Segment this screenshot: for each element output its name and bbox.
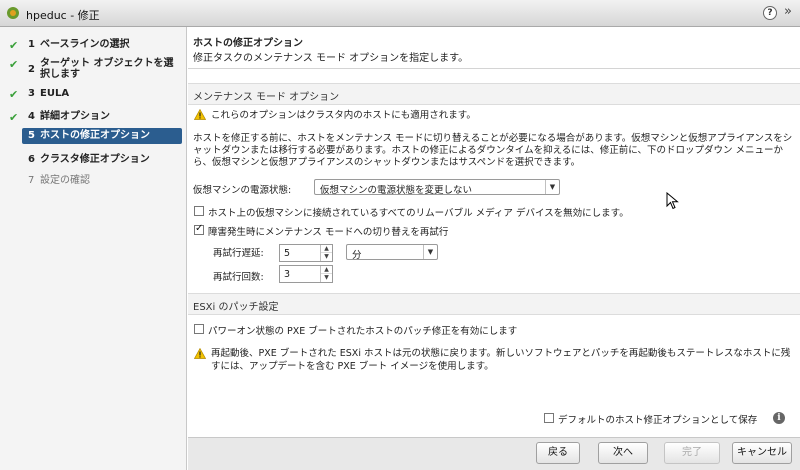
- retry-maintenance-label: 障害発生時にメンテナンス モードへの切り替えを再試行: [208, 227, 449, 238]
- retry-count-stepper[interactable]: 3 ▲ ▼: [279, 265, 333, 283]
- mouse-cursor-icon: [666, 192, 679, 210]
- spin-up-icon[interactable]: ▲: [321, 266, 332, 274]
- divider: [188, 68, 800, 69]
- help-icon[interactable]: ?: [763, 6, 777, 20]
- next-button[interactable]: 次へ: [598, 442, 648, 464]
- finish-button: 完了: [664, 442, 720, 464]
- spin-down-icon[interactable]: ▼: [321, 274, 332, 282]
- vm-power-state-dropdown[interactable]: 仮想マシンの電源状態を変更しない ▼: [314, 179, 560, 196]
- step-host-remediation-options[interactable]: 5 ホストの修正オプション: [22, 128, 182, 144]
- window-title: hpeduc - 修正: [26, 9, 100, 22]
- page-title: ホストの修正オプション: [193, 38, 303, 49]
- retry-count-label: 再試行回数:: [213, 272, 264, 283]
- disable-media-label: ホスト上の仮想マシンに接続されているすべてのリムーバブル メディア デバイスを無…: [208, 208, 629, 219]
- retry-delay-stepper[interactable]: 5 ▲ ▼: [279, 244, 333, 262]
- pxe-patch-checkbox[interactable]: [194, 324, 204, 334]
- cluster-warning-text: これらのオプションはクラスタ内のホストにも適用されます。: [211, 110, 476, 121]
- checkmark-icon: ✔: [9, 88, 19, 101]
- checkmark-icon: ✔: [9, 111, 19, 124]
- info-icon[interactable]: i: [773, 412, 785, 424]
- save-default-label: デフォルトのホスト修正オプションとして保存: [558, 415, 758, 426]
- checkmark-icon: ✔: [9, 39, 19, 52]
- chevron-down-icon: ▼: [423, 245, 437, 259]
- maintenance-section-title: メンテナンス モード オプション: [193, 92, 340, 103]
- esxi-section-title: ESXi のパッチ設定: [193, 302, 279, 313]
- wizard-steps-sidebar: ✔ 1 ベースラインの選択 ✔ 2 ターゲット オブジェクトを選択します ✔ 3…: [0, 27, 187, 470]
- warning-icon: [194, 348, 206, 359]
- retry-delay-unit-dropdown[interactable]: 分 ▼: [346, 244, 438, 261]
- pxe-patch-label: パワーオン状態の PXE ブートされたホストのパッチ修正を有効にします: [208, 326, 518, 337]
- page-description: 修正タスクのメンテナンス モード オプションを指定します。: [193, 53, 469, 64]
- disable-media-checkbox[interactable]: [194, 206, 204, 216]
- save-default-checkbox[interactable]: [544, 413, 554, 423]
- spin-up-icon[interactable]: ▲: [321, 245, 332, 253]
- retry-delay-label: 再試行遅延:: [213, 248, 264, 259]
- spin-down-icon[interactable]: ▼: [321, 253, 332, 261]
- title-bar: hpeduc - 修正 ? »: [0, 0, 800, 27]
- chevron-down-icon: ▼: [545, 180, 559, 194]
- maintenance-description: ホストを修正する前に、ホストをメンテナンス モードに切り替えることが必要になる場…: [193, 133, 793, 168]
- main-panel: ホストの修正オプション 修正タスクのメンテナンス モード オプションを指定します…: [188, 27, 800, 437]
- cancel-button[interactable]: キャンセル: [732, 442, 792, 464]
- back-button[interactable]: 戻る: [536, 442, 580, 464]
- checkmark-icon: ✔: [9, 58, 19, 71]
- esxi-section-header: [188, 293, 800, 315]
- pxe-warning-text: 再起動後、PXE ブートされた ESXi ホストは元の状態に戻ります。新しいソフ…: [211, 348, 791, 372]
- app-logo-icon: [7, 7, 19, 19]
- vm-power-state-label: 仮想マシンの電源状態:: [193, 185, 292, 196]
- retry-maintenance-checkbox[interactable]: [194, 223, 204, 235]
- wizard-footer: 戻る 次へ 完了 キャンセル: [188, 437, 800, 470]
- close-icon[interactable]: »: [781, 4, 795, 20]
- warning-icon: [194, 109, 206, 120]
